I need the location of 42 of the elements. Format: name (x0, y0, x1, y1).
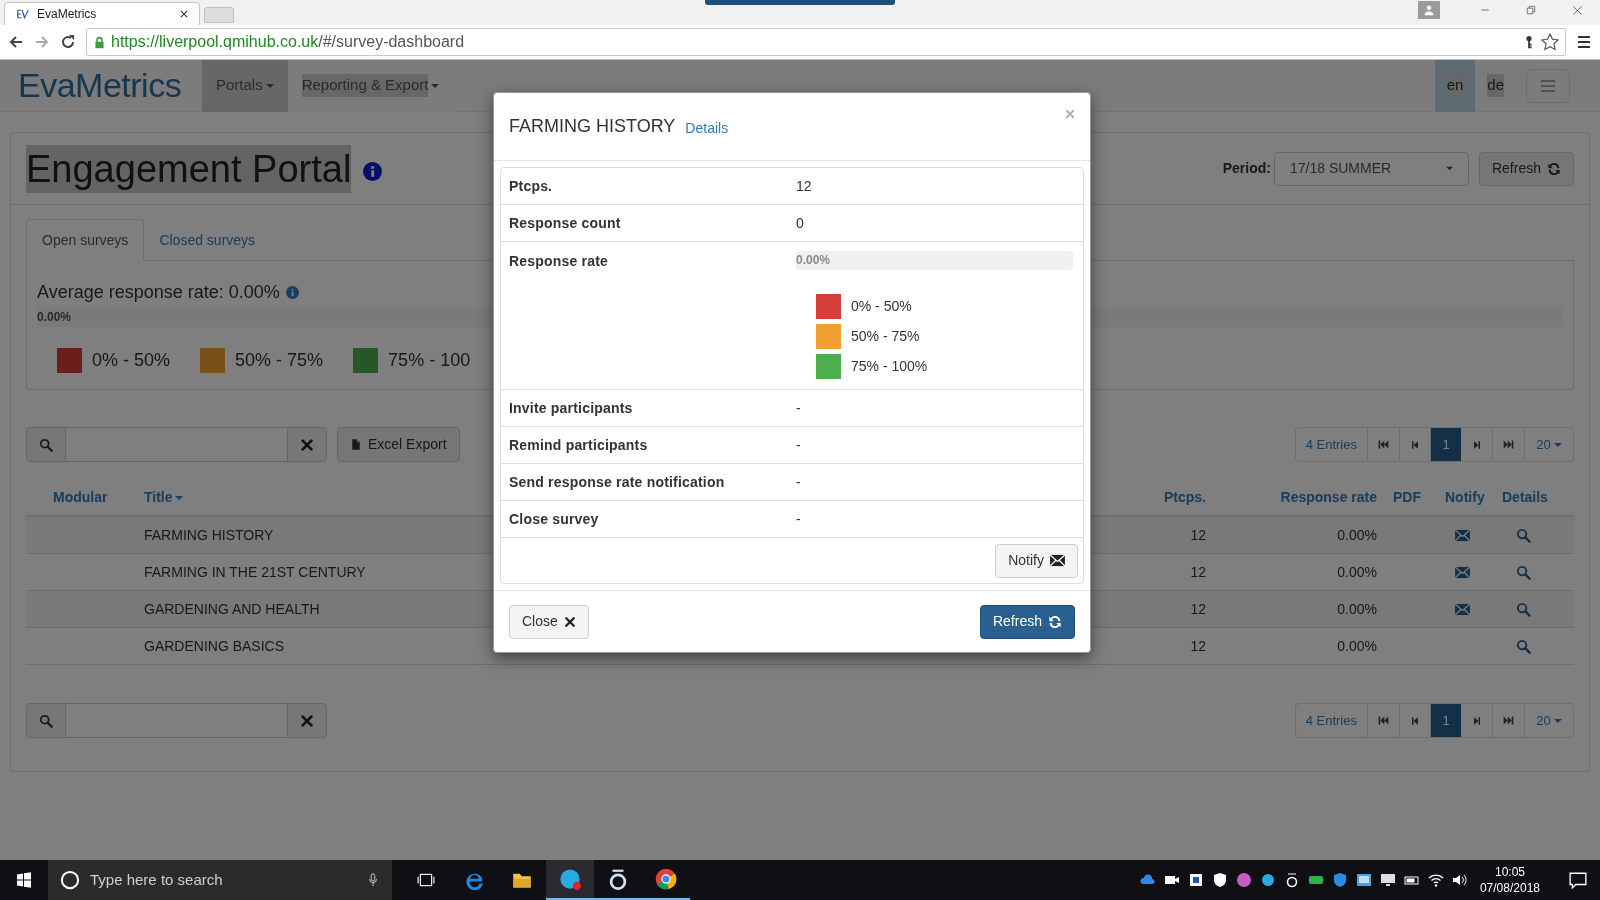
legend-label: 0% - 50% (851, 297, 912, 316)
row-label: Remind participants (509, 436, 648, 453)
table-cell-text: 0.00% (1337, 599, 1377, 619)
clock-time: 10:05 (1494, 864, 1525, 880)
table-cell-text: 0.00% (1337, 525, 1377, 545)
row-value: - (796, 398, 801, 418)
row-value: - (796, 435, 801, 455)
period-label: Period: (1222, 159, 1271, 178)
legend-label: 0% - 50% (92, 349, 171, 372)
row-label: Ptcps. (509, 177, 553, 194)
table-cell-text: 12 (1190, 599, 1206, 619)
page-title: Engagement Portal (26, 144, 352, 193)
row-label: Invite participants (509, 399, 633, 416)
row-label: Response count (509, 214, 621, 231)
table-cell-text: GARDENING AND HEALTH (144, 599, 320, 619)
average-response-rate: Average response rate: 0.00% (37, 281, 280, 304)
legend-label: 75% - 100% (851, 357, 928, 376)
table-cell-text: FARMING HISTORY (144, 525, 274, 545)
row-value: - (796, 509, 801, 529)
row-label: Close survey (509, 510, 599, 527)
tab-title: EvaMetrics (37, 6, 98, 23)
row-value: - (796, 472, 801, 492)
table-cell-text: 0.00% (1337, 562, 1377, 582)
modal-title: FARMING HISTORY (509, 115, 676, 138)
table-cell-text: 0.00% (1337, 636, 1377, 656)
progress-label: 0.00% (796, 252, 831, 269)
legend-label: 50% - 75% (235, 349, 324, 372)
row-label: Send response rate notification (509, 473, 725, 490)
table-cell-text: FARMING IN THE 21ST CENTURY (144, 562, 366, 582)
table-cell-text: 12 (1190, 525, 1206, 545)
legend-label: 50% - 75% (851, 327, 920, 346)
search-placeholder: Type here to search (90, 869, 224, 890)
clock-date: 07/08/2018 (1479, 880, 1540, 896)
table-cell-text: GARDENING BASICS (144, 636, 285, 656)
table-cell-text: 12 (1190, 562, 1206, 582)
row-label: Response rate (509, 253, 609, 269)
table-cell-text: 12 (1190, 636, 1206, 656)
progress-label: 0.00% (37, 309, 72, 326)
url-text: https://liverpool.qmihub.co.uk/#/survey-dashboard (111, 32, 465, 52)
row-value: 0 (796, 213, 804, 233)
legend-label: 75% - 100 (388, 349, 471, 372)
row-value: 12 (796, 176, 812, 196)
